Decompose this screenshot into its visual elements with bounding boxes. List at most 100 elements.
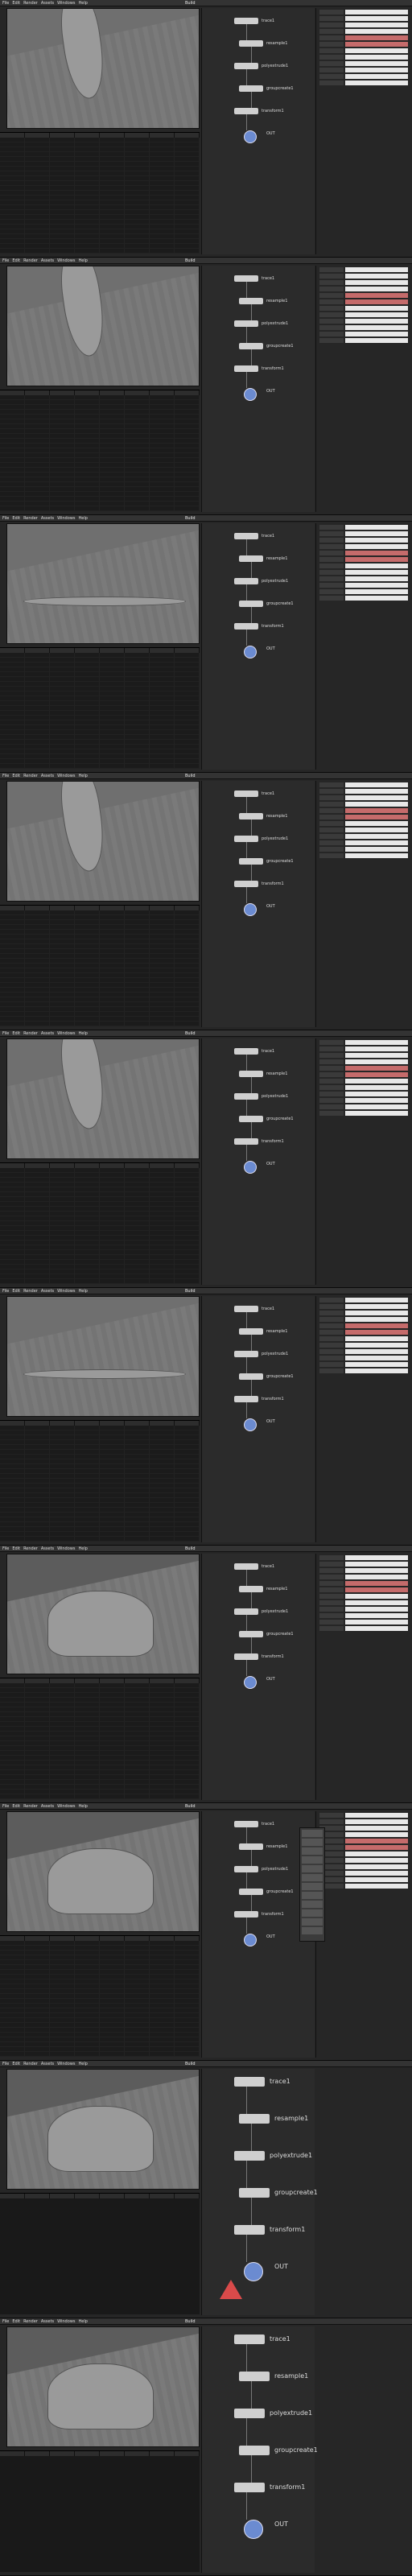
geometry-spreadsheet[interactable] [0,132,200,254]
output-node[interactable] [244,388,257,401]
menu-item[interactable]: File [2,1289,9,1294]
menu-item[interactable]: Assets [41,516,54,521]
parameter-field[interactable] [345,1349,408,1354]
parameter-field[interactable] [345,332,408,336]
sop-node[interactable] [234,63,258,69]
sop-node[interactable] [239,1631,263,1637]
parameter-pane[interactable] [315,266,411,512]
menu-item[interactable]: Windows [57,1289,75,1294]
geometry-spreadsheet[interactable] [0,1935,200,2057]
scene-viewport[interactable] [6,2069,200,2190]
sop-node[interactable] [234,365,258,372]
parameter-field[interactable] [345,16,408,21]
desktop-label[interactable]: Build [185,1031,196,1036]
menu-item[interactable]: File [2,2319,9,2324]
parameter-field[interactable] [345,1298,408,1302]
menu-item[interactable]: Render [23,1,38,6]
node-network[interactable]: trace1 resample1 polyextrude1 groupcreate1 t… [201,8,315,254]
parameter-field[interactable] [345,1832,408,1837]
menu-item[interactable]: Edit [12,1289,20,1294]
parameter-field[interactable] [345,1085,408,1090]
parameter-field[interactable] [345,29,408,34]
menu-item[interactable]: Windows [57,2319,75,2324]
desktop-label[interactable]: Build [185,516,196,521]
sop-node[interactable] [234,1608,258,1615]
parameter-field[interactable] [345,853,408,858]
desktop-label[interactable]: Build [185,2319,196,2324]
parameter-field[interactable] [345,782,408,787]
parameter-field[interactable] [345,1317,408,1322]
scene-viewport[interactable] [6,781,200,902]
desktop-label[interactable]: Build [185,1,196,6]
sop-node[interactable] [234,1048,258,1055]
parameter-field[interactable] [345,10,408,14]
menu-item[interactable] [302,1901,323,1908]
parameter-field[interactable] [345,1877,408,1882]
parameter-field[interactable] [345,576,408,581]
sop-node[interactable] [234,2409,265,2418]
column-header[interactable] [100,2451,125,2456]
geometry-spreadsheet[interactable] [0,1162,200,1284]
menu-item[interactable]: File [2,1031,9,1036]
column-header[interactable] [150,2194,175,2198]
column-header[interactable] [25,2451,50,2456]
parameter-field[interactable] [345,80,408,85]
parameter-field[interactable] [345,280,408,285]
node-network[interactable]: trace1 resample1 polyextrude1 groupcreate1 t… [201,781,315,1027]
desktop-label[interactable]: Build [185,2062,196,2066]
menu-item[interactable]: Edit [12,258,20,263]
sop-node[interactable] [234,1351,258,1357]
menu-item[interactable]: Windows [57,1804,75,1809]
menu-item[interactable]: Help [78,516,87,521]
menu-item[interactable]: Render [23,774,38,778]
sop-node[interactable] [234,1138,258,1145]
menu-item[interactable]: Assets [41,1546,54,1551]
menu-item[interactable]: File [2,1804,9,1809]
sop-node[interactable] [239,1586,263,1592]
parameter-field[interactable] [345,1079,408,1084]
menu-item[interactable]: Help [78,1289,87,1294]
menu-item[interactable]: Render [23,1289,38,1294]
sop-node[interactable] [234,836,258,842]
menu-item[interactable]: Windows [57,2062,75,2066]
menu-item[interactable]: Help [78,1546,87,1551]
menu-item[interactable] [302,1883,323,1890]
menu-item[interactable]: Help [78,1804,87,1809]
column-header[interactable] [100,2194,125,2198]
sop-node[interactable] [234,1866,258,1872]
menu-item[interactable] [302,1892,323,1899]
parameter-field[interactable] [345,1343,408,1348]
output-node[interactable] [244,1934,257,1946]
parameter-field[interactable] [345,583,408,588]
sop-node[interactable] [239,1843,263,1850]
parameter-field[interactable] [345,1368,408,1373]
sop-node[interactable] [239,343,263,349]
menu-item[interactable]: File [2,1,9,6]
sop-node[interactable] [234,623,258,630]
menu-item[interactable]: Windows [57,258,75,263]
sop-node[interactable] [234,320,258,327]
menu-item[interactable]: Windows [57,774,75,778]
menu-item[interactable]: Edit [12,2062,20,2066]
parameter-field[interactable] [345,1562,408,1567]
node-network[interactable]: trace1 resample1 polyextrude1 groupcreate1 t… [201,1554,315,1800]
parameter-field[interactable] [345,1871,408,1876]
parameter-field[interactable] [345,1311,408,1315]
menu-item[interactable]: Edit [12,1804,20,1809]
output-node[interactable] [244,130,257,143]
scene-viewport[interactable] [6,2326,200,2447]
parameter-field[interactable] [345,1555,408,1560]
parameter-field[interactable] [345,1356,408,1360]
parameter-field[interactable] [345,1040,408,1045]
parameter-field[interactable] [345,828,408,832]
parameter-field[interactable] [345,525,408,530]
parameter-pane[interactable] [315,1554,411,1800]
parameter-field[interactable] [345,1059,408,1064]
parameter-pane[interactable] [315,1296,411,1542]
parameter-field[interactable] [345,299,408,304]
menu-item[interactable]: Edit [12,1031,20,1036]
column-header[interactable] [50,2194,75,2198]
menu-item[interactable]: Edit [12,1546,20,1551]
parameter-field[interactable] [345,538,408,543]
parameter-field[interactable] [345,1819,408,1824]
